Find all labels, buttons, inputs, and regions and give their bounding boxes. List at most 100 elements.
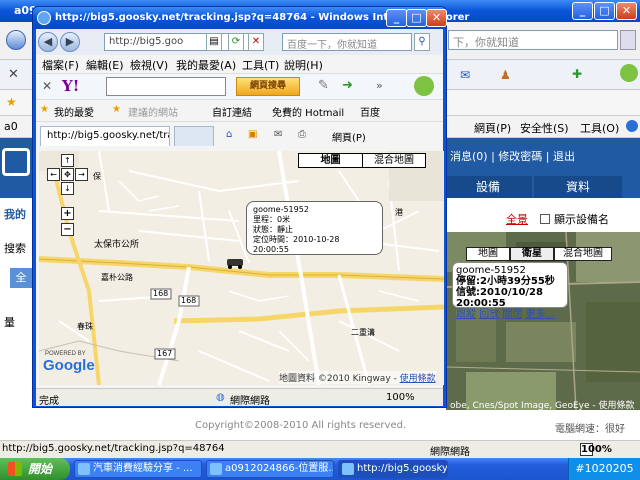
start-button[interactable]: 開始 <box>0 458 70 480</box>
menu-help[interactable]: 說明(H) <box>284 57 323 73</box>
task-label: a0912024866-位置服... <box>225 463 334 474</box>
yahoo-logo[interactable]: Y! <box>62 77 79 95</box>
page-menu[interactable]: 網頁(P) <box>474 120 511 136</box>
device-name-checkbox[interactable] <box>540 214 550 224</box>
help-icon[interactable] <box>626 120 638 132</box>
home-icon[interactable]: ⌂ <box>226 129 232 140</box>
gear-icon[interactable] <box>414 76 434 96</box>
pan-down-button[interactable]: ↓ <box>61 182 74 195</box>
search-icon[interactable] <box>620 30 636 50</box>
pan-center-button[interactable]: ✥ <box>61 168 74 181</box>
status-url: http://big5.goosky.net/tracking.jsp?q=48… <box>2 443 225 454</box>
nav-tab-device[interactable]: 設備 <box>444 176 532 198</box>
favorites-label[interactable]: 我的最愛 <box>54 104 94 119</box>
status-zoom[interactable]: 100% <box>386 392 415 403</box>
mail-icon[interactable]: ✉ <box>460 68 470 82</box>
street-map[interactable]: 168 168 167 太保市公所 嘉朴公路 春珠 二重溝 保 港 ↑ ← ✥ … <box>39 151 444 385</box>
menu-edit[interactable]: 編輯(E) <box>86 57 124 73</box>
popup-search-input[interactable]: 百度一下，你就知道 <box>282 33 412 51</box>
zoom-out-button[interactable]: − <box>61 223 74 236</box>
map-button[interactable]: 地圖 <box>299 154 363 167</box>
forward-icon[interactable]: ▶ <box>60 32 80 52</box>
satellite-button[interactable]: 衛星 <box>510 247 554 261</box>
map-label-city-hall: 太保市公所 <box>94 240 140 250</box>
popup-close-button[interactable]: ✕ <box>426 9 447 27</box>
add-favorite-icon[interactable]: ★ <box>112 104 121 115</box>
google-logo[interactable]: POWERED BY Google <box>43 351 95 374</box>
hybrid-button[interactable]: 混合地圖 <box>363 154 425 167</box>
all-button[interactable]: 全 <box>10 268 32 288</box>
task-label: http://big5.goosky.net/... <box>357 463 448 474</box>
ie-icon <box>342 463 354 475</box>
pan-right-button[interactable]: → <box>75 168 88 181</box>
safety-menu[interactable]: 安全性(S) <box>520 120 569 136</box>
terms-link[interactable]: 使用條款 <box>400 374 436 384</box>
menu-view[interactable]: 檢視(V) <box>130 57 168 73</box>
custom-links[interactable]: 自訂連結 <box>212 104 252 119</box>
close-toolbar-icon[interactable]: ✕ <box>42 79 52 93</box>
more-link[interactable]: 更多... <box>526 309 556 320</box>
suggested-sites[interactable]: 建議的網站 <box>128 104 178 119</box>
add-icon[interactable]: ✚ <box>572 67 582 81</box>
task-item-tracking[interactable]: http://big5.goosky.net/... <box>338 460 448 478</box>
search-icon[interactable]: ⚲ <box>414 33 430 51</box>
popup-titlebar[interactable]: http://big5.goosky.net/tracking.jsp?q=48… <box>33 7 469 29</box>
close-link[interactable]: 關閉 <box>502 309 522 320</box>
status-zone: 網際網路 <box>430 447 470 458</box>
refresh-icon[interactable]: ⟳ <box>228 33 244 51</box>
page-menu[interactable]: 網頁(P) <box>332 129 366 144</box>
zoom-in-button[interactable]: + <box>61 207 74 220</box>
tools-menu[interactable]: 工具(O) <box>580 120 619 136</box>
task-item-car[interactable]: 汽車消費經驗分享 - ... <box>74 460 202 478</box>
hybrid-button[interactable]: 混合地圖 <box>554 247 612 261</box>
print-icon[interactable]: ⎙ <box>298 129 306 140</box>
person-icon[interactable]: ♟ <box>500 68 511 82</box>
map-label-bao: 保 <box>93 172 101 181</box>
star-icon[interactable]: ★ <box>40 104 49 115</box>
popup-minimize-button[interactable]: _ <box>386 9 407 27</box>
popup-address-bar: ◀ ▶ http://big5.goo ▤ ⟳ ✕ 百度一下，你就知道 ⚲ <box>36 29 443 55</box>
minimize-button[interactable]: _ <box>572 2 593 20</box>
header-links[interactable]: 消息(0) | 修改密碼 | 退出 <box>450 148 575 164</box>
yahoo-search-button[interactable]: 網頁搜尋 <box>236 77 300 96</box>
popup-browser-window: http://big5.goosky.net/tracking.jsp?q=48… <box>32 6 469 408</box>
show-device-name-label: 顯示設備名 <box>554 213 609 226</box>
forward-arrow-icon[interactable]: ➜ <box>342 78 353 93</box>
close-toolbar-icon[interactable]: ✕ <box>8 67 19 82</box>
stop-icon[interactable]: ✕ <box>248 33 264 51</box>
satellite-info-popup: goome-51952 停留:2小時39分55秒 信號:2010/10/28 2… <box>452 262 568 320</box>
popup-body: ◀ ▶ http://big5.goo ▤ ⟳ ✕ 百度一下，你就知道 ⚲ 檔案… <box>36 29 444 407</box>
feed-icon[interactable]: ▣ <box>248 129 257 140</box>
replay-link[interactable]: 回放 <box>479 309 499 320</box>
mail-icon[interactable]: ✉ <box>274 129 282 140</box>
status-zoom[interactable]: 100% <box>580 443 612 456</box>
more-icon[interactable]: » <box>376 79 383 92</box>
nav-tab-data[interactable]: 資料 <box>534 176 622 198</box>
track-link[interactable]: 跟蹤 <box>456 309 476 320</box>
new-tab-button[interactable] <box>174 126 214 146</box>
maximize-button[interactable]: □ <box>594 2 615 20</box>
map-button[interactable]: 地圖 <box>466 247 510 261</box>
pan-up-button[interactable]: ↑ <box>61 154 74 167</box>
gear-icon[interactable] <box>620 64 638 82</box>
yahoo-search-input[interactable] <box>106 77 226 96</box>
menu-favorites[interactable]: 我的最愛(A) <box>176 57 236 73</box>
pan-left-button[interactable]: ← <box>47 168 60 181</box>
background-search-input[interactable]: 下，你就知道 <box>448 30 618 50</box>
menu-file[interactable]: 檔案(F) <box>42 57 79 73</box>
star-icon[interactable]: ★ <box>6 95 17 109</box>
popup-maximize-button[interactable]: □ <box>406 9 427 27</box>
compat-icon[interactable]: ▤ <box>206 33 222 51</box>
edit-icon[interactable]: ✎ <box>318 78 329 93</box>
baidu-link[interactable]: 百度 <box>360 104 380 119</box>
close-button[interactable]: ✕ <box>616 2 637 20</box>
hotmail-link[interactable]: 免費的 Hotmail <box>272 104 344 119</box>
tab-tracking[interactable]: http://big5.goosky.net/track... <box>40 126 170 146</box>
back-icon[interactable] <box>6 30 26 50</box>
tab-label[interactable]: a0 <box>4 120 18 133</box>
task-item-location[interactable]: a0912024866-位置服... <box>206 460 334 478</box>
site-logo <box>2 148 30 176</box>
menu-tools[interactable]: 工具(T) <box>242 57 279 73</box>
back-icon[interactable]: ◀ <box>38 32 58 52</box>
show-all-link[interactable]: 全景 <box>506 213 528 226</box>
